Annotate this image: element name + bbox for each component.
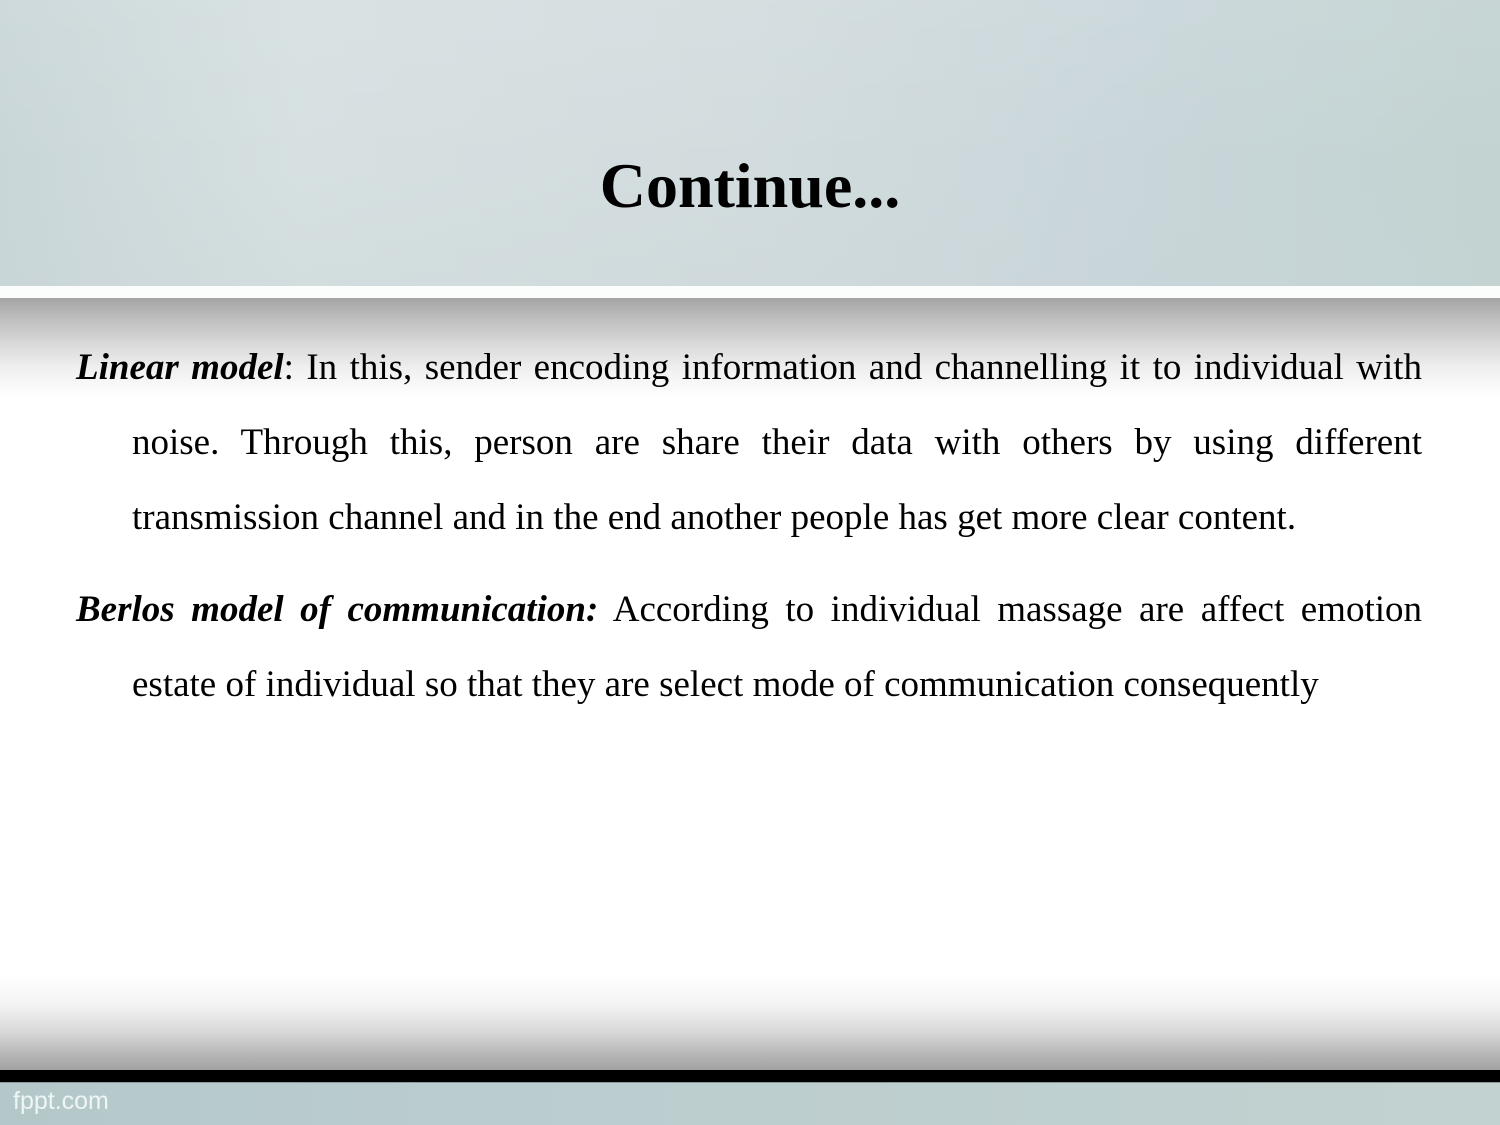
paragraph-berlos-model: Berlos model of communication: According… — [76, 572, 1422, 722]
slide-body: Linear model: In this, sender encoding i… — [76, 330, 1422, 739]
bottom-shadow-gradient — [0, 975, 1500, 1070]
header-divider-strip — [0, 286, 1500, 298]
paragraph-text: In this, sender encoding information and… — [132, 347, 1423, 538]
term-separator: : — [283, 347, 294, 388]
term-berlos-model: Berlos model of communication: — [76, 589, 599, 630]
slide-title: Continue... — [599, 149, 901, 221]
footer-brand-logo: fppt.com — [13, 1087, 109, 1115]
paragraph-linear-model: Linear model: In this, sender encoding i… — [76, 330, 1422, 555]
footer-band: fppt.com — [0, 1083, 1500, 1125]
footer-black-bar — [0, 1070, 1500, 1083]
term-linear-model: Linear model — [76, 347, 284, 388]
header-band — [0, 0, 1500, 286]
